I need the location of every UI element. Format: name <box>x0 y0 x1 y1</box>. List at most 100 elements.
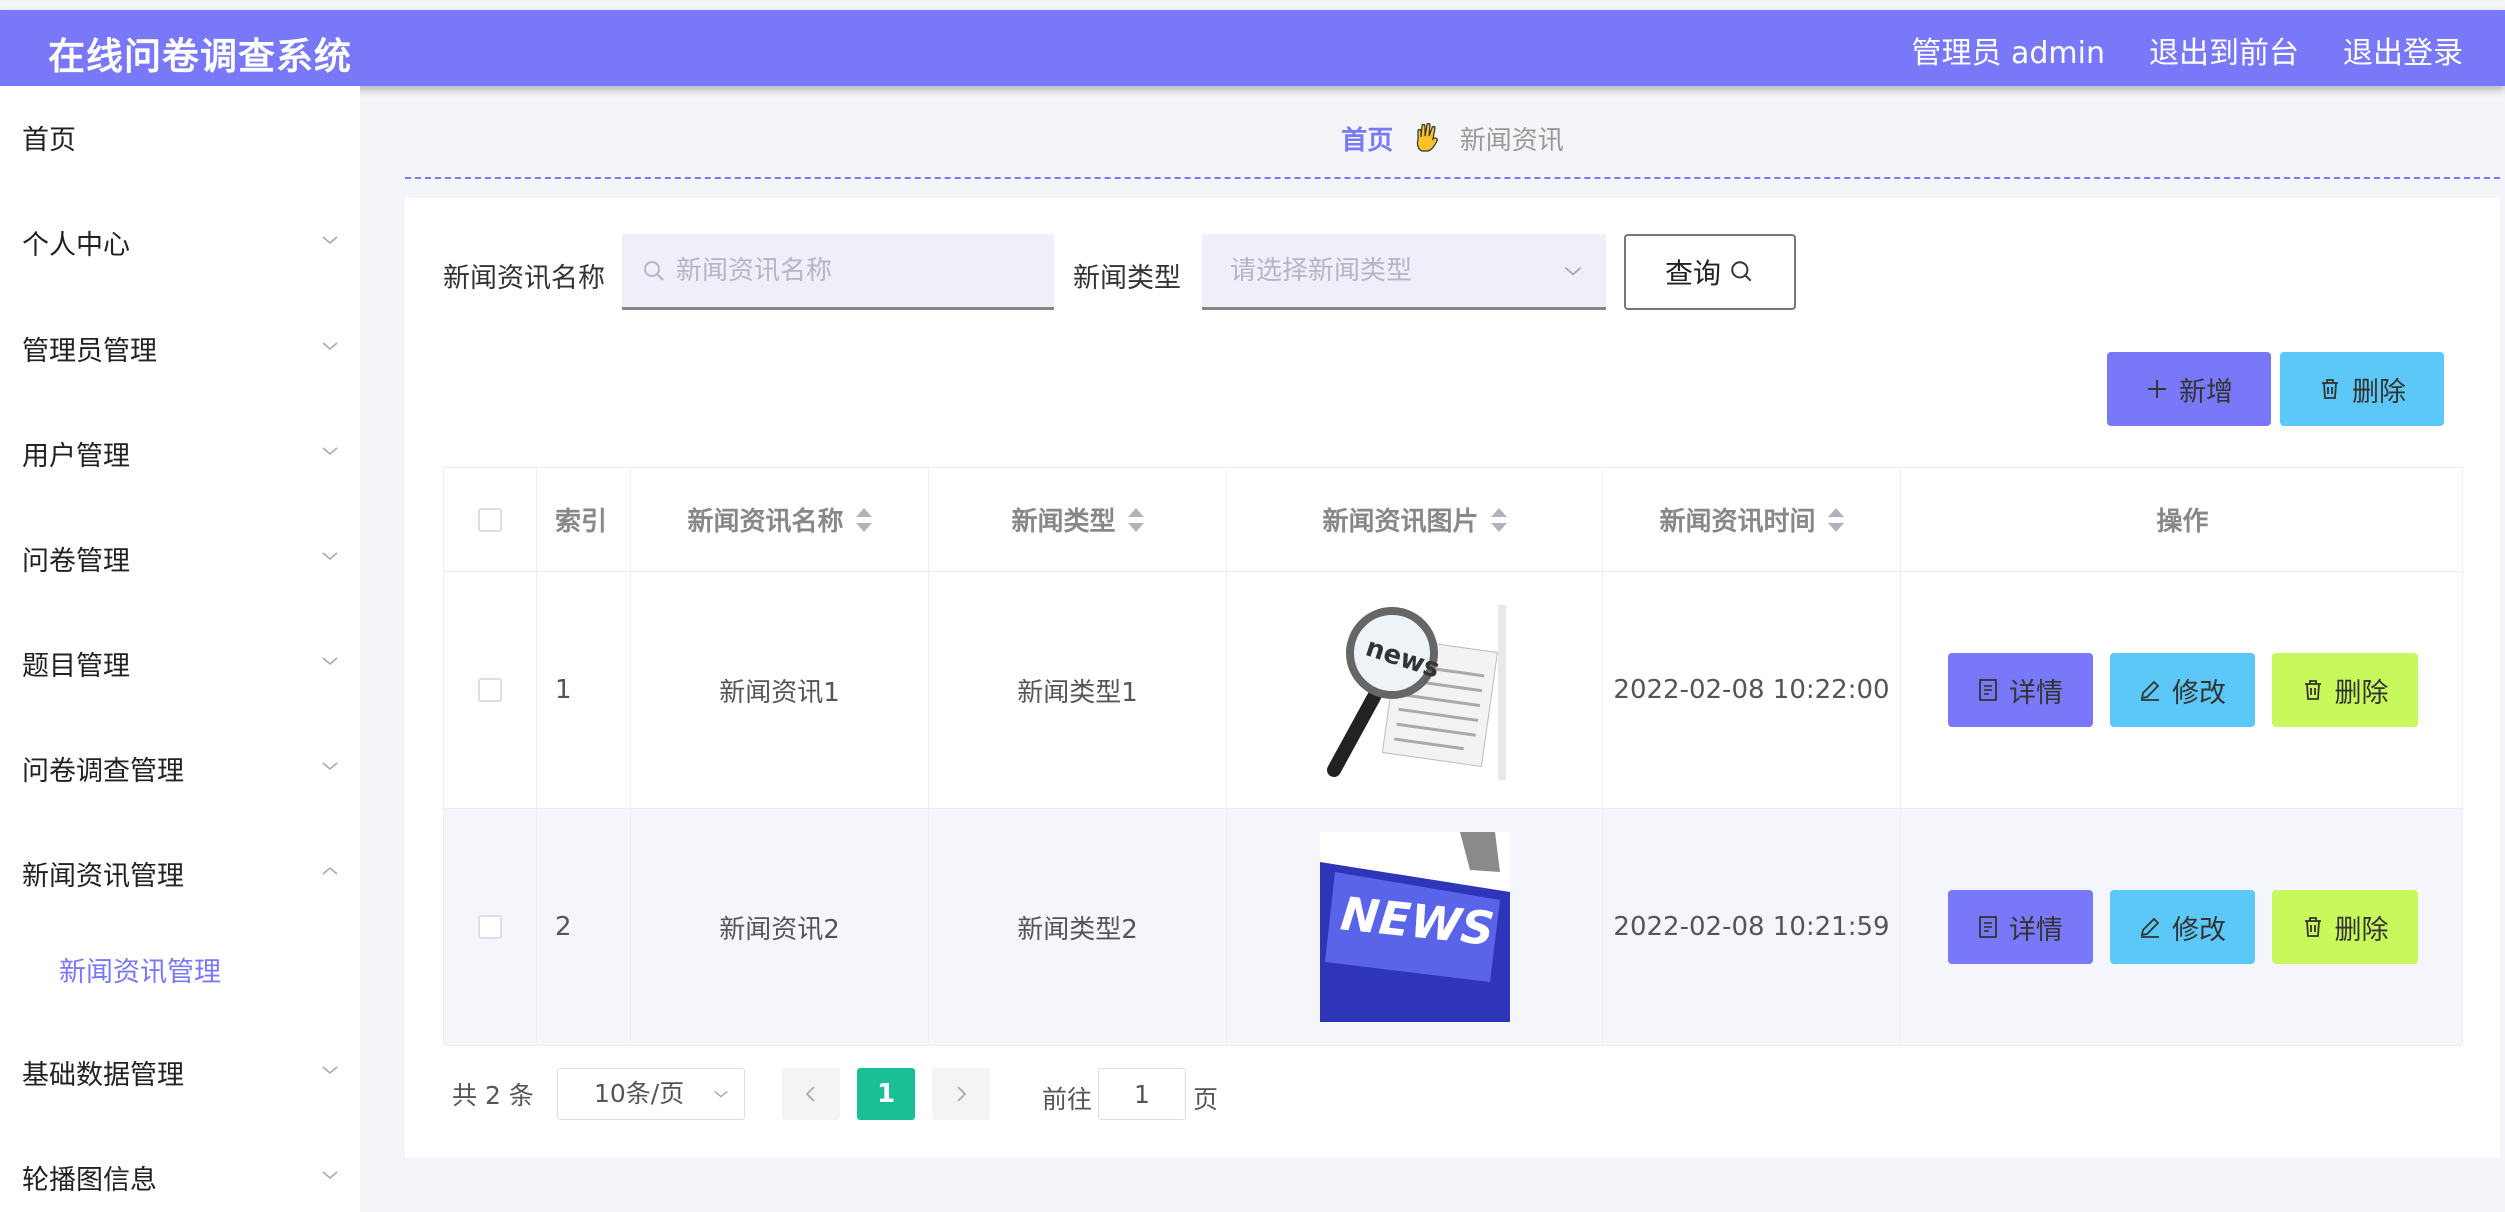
next-page-button[interactable] <box>932 1068 990 1120</box>
delete-button-label: 删除 <box>2334 677 2389 709</box>
search-icon <box>644 260 664 281</box>
sort-icon[interactable] <box>855 507 872 532</box>
search-name-input[interactable] <box>676 255 1036 286</box>
header-image[interactable]: 新闻资讯图片 <box>1227 468 1603 571</box>
row-checkbox[interactable] <box>478 678 502 702</box>
search-name-field[interactable] <box>622 234 1054 310</box>
row-time: 2022-02-08 10:22:00 <box>1603 572 1901 808</box>
header-name[interactable]: 新闻资讯名称 <box>631 468 929 571</box>
sidebar-subitem-news-management[interactable]: 新闻资讯管理 <box>59 953 221 993</box>
detail-button-label: 详情 <box>2009 677 2063 709</box>
chevron-left-icon <box>805 1086 815 1102</box>
detail-button[interactable]: 详情 <box>1947 653 2093 727</box>
chevron-down-icon <box>322 342 338 351</box>
goto-prefix: 前往 <box>1042 1085 1093 1114</box>
sidebar-item-label: 用户管理 <box>22 441 130 472</box>
sidebar-item-label: 首页 <box>22 125 76 156</box>
trash-icon <box>2322 379 2338 399</box>
chevron-down-icon <box>322 552 338 561</box>
row-type: 新闻类型1 <box>929 572 1227 808</box>
sidebar-item-home[interactable]: 首页 <box>22 121 340 161</box>
detail-button[interactable]: 详情 <box>1947 890 2093 964</box>
select-all-checkbox[interactable] <box>478 507 502 532</box>
chevron-down-icon <box>322 762 338 771</box>
sort-icon[interactable] <box>1827 507 1844 532</box>
sort-icon[interactable] <box>1490 507 1507 532</box>
goto-page-input[interactable] <box>1098 1068 1186 1120</box>
news-type-placeholder: 请选择新闻类型 <box>1230 256 1413 286</box>
row-ops: 详情 修改 删除 <box>1901 809 2464 1045</box>
hand-icon <box>1416 123 1438 152</box>
row-select-cell <box>444 809 537 1045</box>
sidebar-item-question-management[interactable]: 题目管理 <box>22 647 340 687</box>
edit-button[interactable]: 修改 <box>2109 653 2255 727</box>
chevron-down-icon <box>322 236 338 245</box>
batch-delete-button[interactable]: 删除 <box>2280 352 2444 426</box>
news-key-image[interactable]: NEWS <box>1319 832 1510 1022</box>
page-number-current[interactable]: 1 <box>857 1068 915 1120</box>
page-size-select[interactable]: 10条/页 <box>557 1068 745 1120</box>
sidebar-item-label: 题目管理 <box>22 651 130 682</box>
search-name-label: 新闻资讯名称 <box>443 263 605 294</box>
sidebar-item-basic-data[interactable]: 基础数据管理 <box>22 1056 340 1096</box>
top-bar: 在线问卷调查系统 管理员 admin 退出到前台 退出登录 <box>0 10 2505 86</box>
row-name: 新闻资讯1 <box>631 572 929 808</box>
chevron-up-icon <box>322 866 338 875</box>
sidebar-item-user-management[interactable]: 用户管理 <box>22 437 340 477</box>
breadcrumb: 首页 新闻资讯 <box>405 120 2500 157</box>
row-image-cell: news <box>1227 572 1603 808</box>
sidebar-item-label: 轮播图信息 <box>22 1165 157 1196</box>
admin-label[interactable]: 管理员 admin <box>1911 28 2105 72</box>
chevron-down-icon <box>322 1171 338 1180</box>
breadcrumb-home[interactable]: 首页 <box>1341 126 1393 156</box>
header-name-label: 新闻资讯名称 <box>687 507 844 537</box>
sidebar-item-label: 个人中心 <box>22 230 130 261</box>
table-row: 1 新闻资讯1 新闻类型1 news 2022-02-08 10:22:00 详… <box>444 572 2462 809</box>
sidebar-item-label: 基础数据管理 <box>22 1060 184 1091</box>
header-time-label: 新闻资讯时间 <box>1659 507 1816 537</box>
row-index: 2 <box>537 809 631 1045</box>
news-type-select[interactable]: 请选择新闻类型 <box>1202 234 1606 310</box>
chevron-right-icon <box>957 1086 967 1102</box>
sidebar-item-news-management[interactable]: 新闻资讯管理 <box>22 857 340 897</box>
edit-button-label: 修改 <box>2172 677 2226 709</box>
header-ops-label: 操作 <box>2156 507 2209 537</box>
header-ops: 操作 <box>1901 468 2464 571</box>
header-time[interactable]: 新闻资讯时间 <box>1603 468 1901 571</box>
goto-suffix: 页 <box>1193 1085 1219 1114</box>
sidebar-item-carousel[interactable]: 轮播图信息 <box>22 1161 340 1201</box>
query-button-label: 查询 <box>1664 257 1721 290</box>
sidebar-item-questionnaire-management[interactable]: 问卷管理 <box>22 542 340 582</box>
frontend-link[interactable]: 退出到前台 <box>2149 28 2299 72</box>
sidebar-item-survey-management[interactable]: 问卷调查管理 <box>22 752 340 792</box>
pencil-icon <box>2140 680 2160 701</box>
header-index-label: 索引 <box>555 507 608 537</box>
table-row: 2 新闻资讯2 新闻类型2 NEWS 2022-02-08 10:21:59 详… <box>444 809 2462 1046</box>
prev-page-button[interactable] <box>782 1068 840 1120</box>
delete-button[interactable]: 删除 <box>2271 890 2418 964</box>
add-button[interactable]: 新增 <box>2107 352 2271 426</box>
plus-icon <box>2148 380 2166 398</box>
sidebar-item-label: 新闻资讯管理 <box>22 861 184 892</box>
sidebar-item-admin-management[interactable]: 管理员管理 <box>22 332 340 372</box>
header-links: 管理员 admin 退出到前台 退出登录 <box>1911 28 2463 72</box>
sidebar-item-label: 问卷管理 <box>22 546 130 577</box>
header-index: 索引 <box>537 468 631 571</box>
query-button[interactable]: 查询 <box>1624 234 1796 310</box>
header-select-cell <box>444 468 537 571</box>
edit-button[interactable]: 修改 <box>2109 890 2255 964</box>
sidebar-item-personal-center[interactable]: 个人中心 <box>22 226 340 266</box>
add-button-label: 新增 <box>2179 376 2233 408</box>
delete-button[interactable]: 删除 <box>2271 653 2418 727</box>
news-magnifier-image[interactable]: news <box>1320 595 1510 785</box>
row-checkbox[interactable] <box>478 915 502 939</box>
sidebar: 首页 个人中心 管理员管理 用户管理 问卷管理 题目管理 问卷调查管理 新闻资讯… <box>0 86 360 1212</box>
sort-icon[interactable] <box>1127 507 1144 532</box>
news-table: 索引 新闻资讯名称 新闻类型 新闻资讯图片 新闻资讯时间 操作 1 新闻资讯1 … <box>443 467 2464 1046</box>
row-select-cell <box>444 572 537 808</box>
header-type-label: 新闻类型 <box>1011 507 1116 537</box>
header-type[interactable]: 新闻类型 <box>929 468 1227 571</box>
chevron-down-icon <box>322 657 338 666</box>
logout-link[interactable]: 退出登录 <box>2343 28 2463 72</box>
chevron-down-icon <box>322 447 338 456</box>
